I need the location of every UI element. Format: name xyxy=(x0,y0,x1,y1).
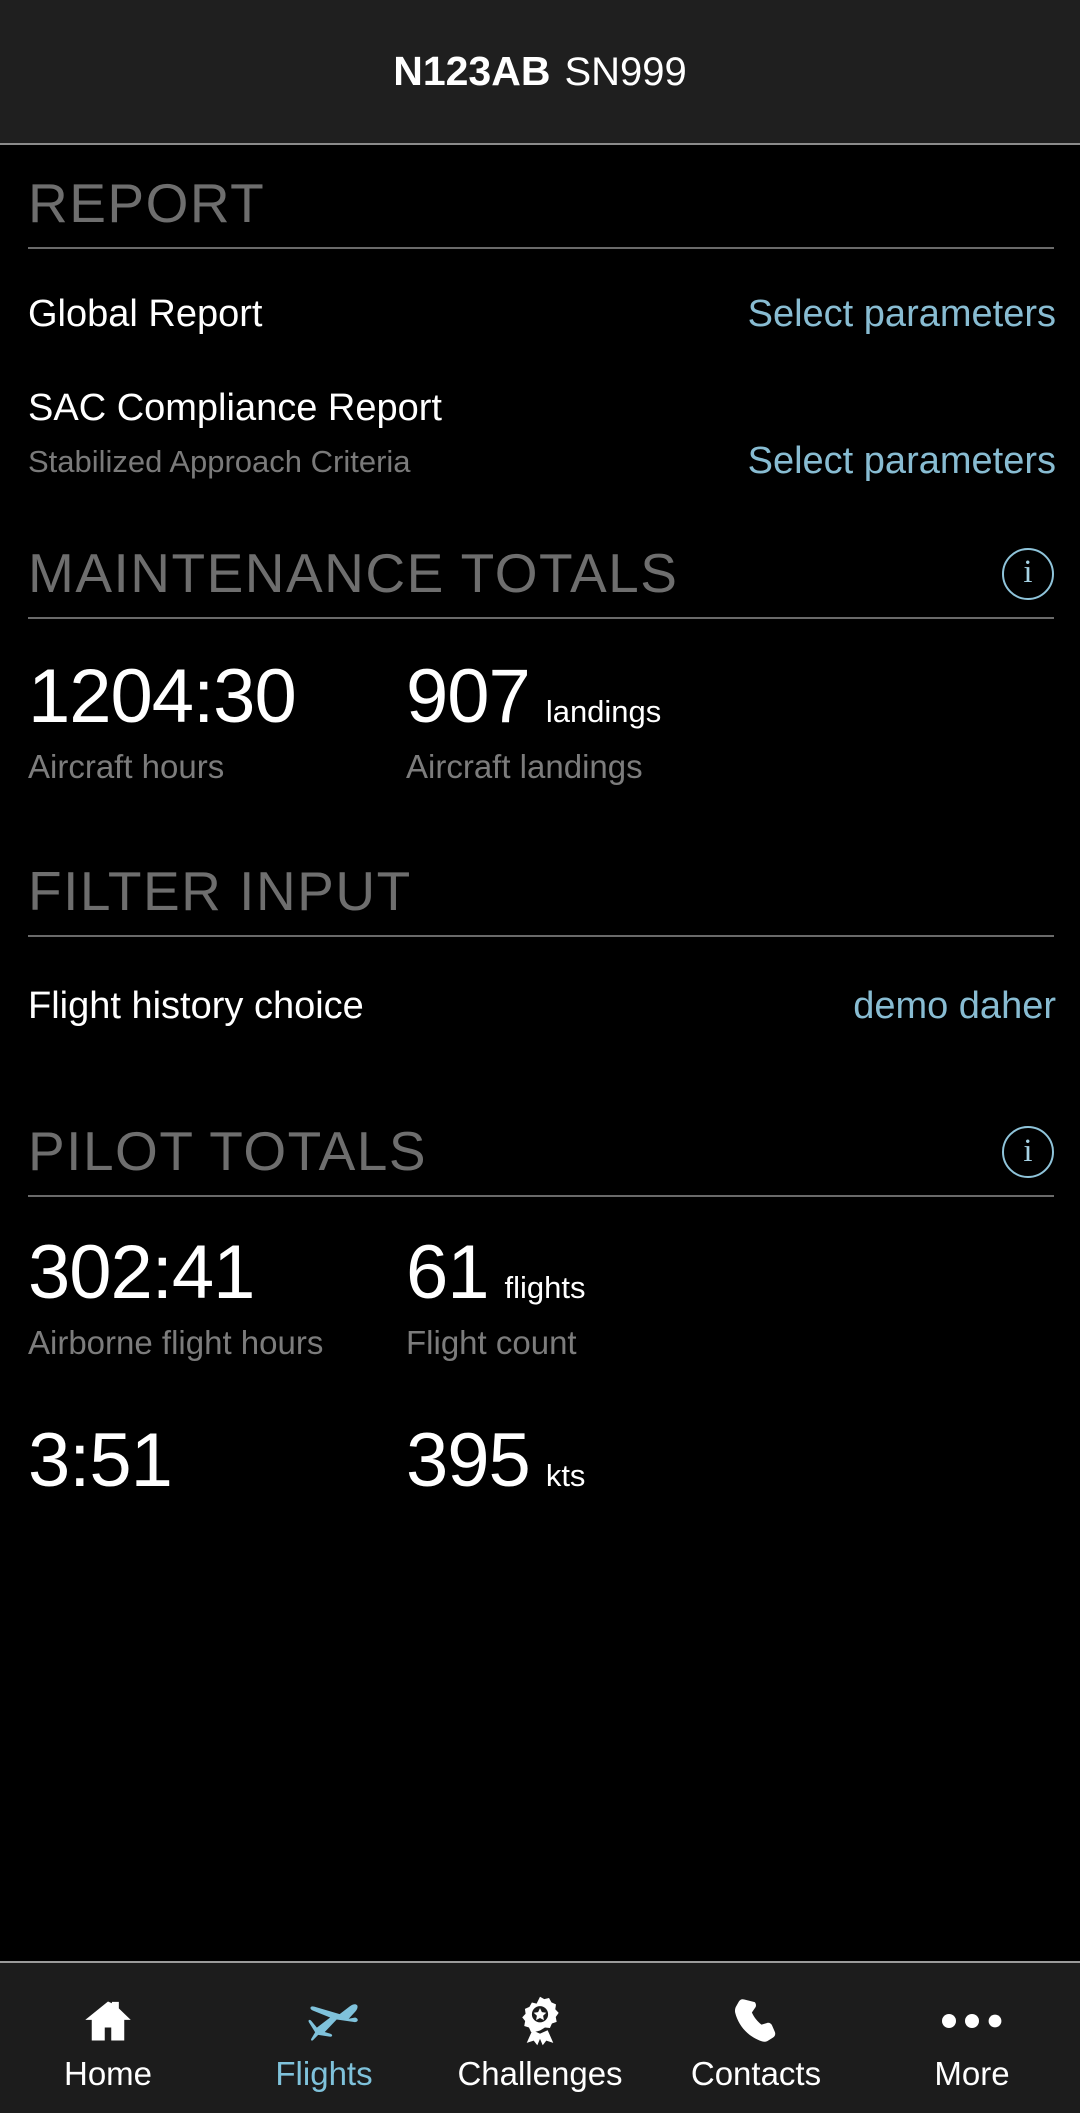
navbar: N123AB SN999 xyxy=(0,0,1080,145)
stat-aircraft-hours: 1204:30 Aircraft hours xyxy=(28,653,406,785)
stat-flight-count: 61 flights Flight count xyxy=(406,1229,1052,1361)
report-row-sac-subtitle: Stabilized Approach Criteria xyxy=(28,443,411,479)
section-title-report: REPORT xyxy=(28,172,266,234)
info-icon-glyph: i xyxy=(1023,1132,1033,1169)
scroll-content[interactable]: REPORT Global Report Select parameters S… xyxy=(0,145,1080,1961)
tab-more-label: More xyxy=(934,2054,1010,2092)
aircraft-tail-number: N123AB xyxy=(393,48,551,94)
stat-airborne-flight-hours: 302:41 Airborne flight hours xyxy=(28,1229,406,1361)
stat-airborne-flight-hours-caption: Airborne flight hours xyxy=(28,1323,324,1361)
aircraft-serial-number: SN999 xyxy=(564,50,687,94)
info-icon-glyph: i xyxy=(1023,554,1033,591)
tab-flights[interactable]: Flights xyxy=(216,1963,432,2113)
stat-aircraft-hours-caption: Aircraft hours xyxy=(28,747,225,785)
report-row-sac[interactable]: SAC Compliance Report Stabilized Approac… xyxy=(0,387,1080,483)
filter-row-flight-history[interactable]: Flight history choice demo daher xyxy=(0,985,1080,1028)
tab-challenges-label: Challenges xyxy=(457,2054,623,2092)
maintenance-totals-stats: 1204:30 Aircraft hours 907 landings Airc… xyxy=(0,653,1080,785)
airplane-icon xyxy=(289,1993,359,2049)
tab-more[interactable]: More xyxy=(864,1963,1080,2113)
stat-flight-count-caption: Flight count xyxy=(406,1323,577,1361)
tab-flights-label: Flights xyxy=(275,2054,373,2092)
stat-aircraft-landings: 907 landings Aircraft landings xyxy=(406,653,1052,785)
stat-flight-count-value: 61 xyxy=(406,1229,490,1315)
section-header-pilot-totals: PILOT TOTALS i xyxy=(0,1120,1080,1183)
section-header-report: REPORT xyxy=(0,172,1080,234)
phone-icon xyxy=(730,1993,782,2049)
stat-flight-count-unit: flights xyxy=(504,1269,586,1305)
report-row-global[interactable]: Global Report Select parameters xyxy=(0,293,1080,336)
stat-aircraft-landings-caption: Aircraft landings xyxy=(406,747,643,785)
stat-longest-flight-value: 3:51 xyxy=(28,1418,173,1504)
pilot-totals-stats-row1: 302:41 Airborne flight hours 61 flights … xyxy=(0,1229,1080,1361)
report-row-global-action[interactable]: Select parameters xyxy=(748,293,1056,336)
section-title-filter-input: FILTER INPUT xyxy=(28,859,412,922)
report-row-global-label: Global Report xyxy=(28,292,263,335)
report-row-sac-label: SAC Compliance Report xyxy=(28,387,442,430)
pilot-totals-stats-row2: 3:51 395 kts xyxy=(0,1423,1080,1499)
stat-airborne-flight-hours-value: 302:41 xyxy=(28,1229,255,1315)
page-title: N123AB SN999 xyxy=(393,48,687,95)
info-icon[interactable]: i xyxy=(1002,547,1054,600)
ellipsis-icon xyxy=(941,1993,1003,2049)
filter-row-flight-history-label: Flight history choice xyxy=(28,984,364,1027)
tab-challenges[interactable]: Challenges xyxy=(432,1963,648,2113)
tab-contacts[interactable]: Contacts xyxy=(648,1963,864,2113)
section-title-pilot-totals: PILOT TOTALS xyxy=(28,1120,428,1183)
section-header-filter-input: FILTER INPUT xyxy=(0,859,1080,922)
report-row-sac-action[interactable]: Select parameters xyxy=(748,440,1056,483)
section-title-maintenance-totals: MAINTENANCE TOTALS xyxy=(28,541,679,604)
home-icon xyxy=(80,1993,136,2049)
bottom-tab-bar: Home Flights Challenges Contacts More xyxy=(0,1961,1080,2113)
section-header-maintenance-totals: MAINTENANCE TOTALS i xyxy=(0,541,1080,604)
stat-max-speed: 395 kts xyxy=(406,1423,1052,1499)
stat-aircraft-hours-value: 1204:30 xyxy=(28,653,297,739)
tab-home-label: Home xyxy=(63,2054,153,2092)
award-ribbon-icon xyxy=(513,1993,567,2049)
tab-contacts-label: Contacts xyxy=(690,2054,822,2092)
stat-max-speed-value: 395 xyxy=(406,1418,531,1504)
stat-aircraft-landings-unit: landings xyxy=(545,693,662,729)
tab-home[interactable]: Home xyxy=(0,1963,216,2113)
stat-aircraft-landings-value: 907 xyxy=(406,653,531,739)
info-icon[interactable]: i xyxy=(1002,1126,1054,1179)
stat-longest-flight: 3:51 xyxy=(28,1423,406,1499)
filter-row-flight-history-value[interactable]: demo daher xyxy=(853,985,1056,1028)
stat-max-speed-unit: kts xyxy=(545,1458,586,1494)
